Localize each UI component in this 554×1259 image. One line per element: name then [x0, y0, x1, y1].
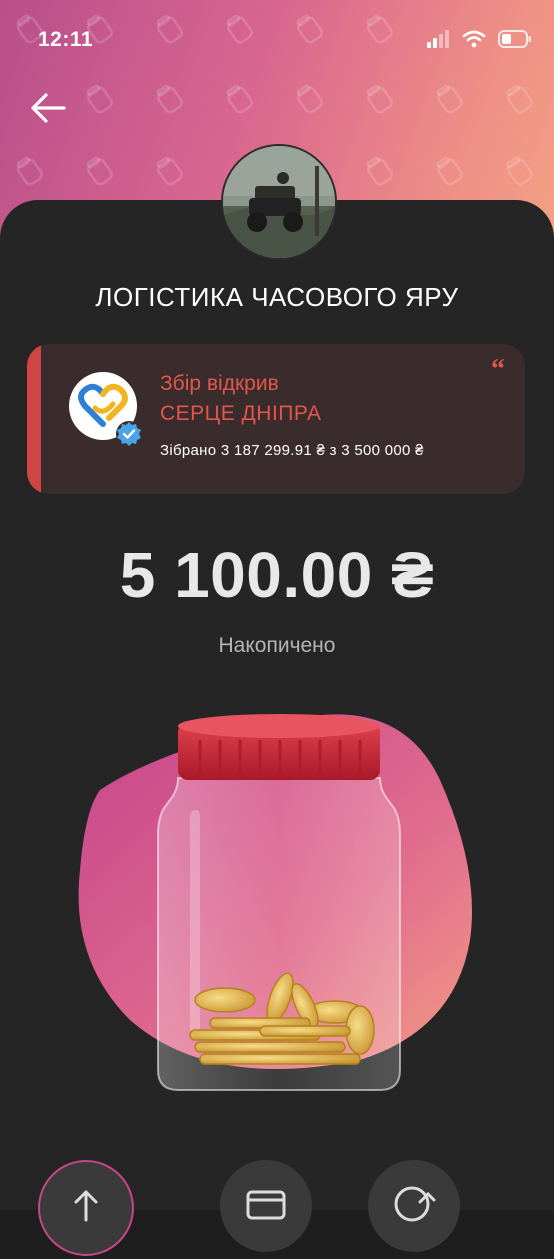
bottom-actions [0, 1150, 554, 1256]
organizer-name: СЕРЦЕ ДНІПРА [160, 402, 322, 425]
jar-amount: 5 100.00 ₴ [119, 539, 435, 611]
card-button[interactable] [220, 1160, 312, 1252]
top-up-button[interactable] [38, 1160, 134, 1256]
card-accent-stripe [27, 344, 41, 494]
wifi-icon [462, 30, 486, 48]
signal-icon [427, 30, 449, 48]
verified-icon [116, 421, 142, 447]
status-time: 12:11 [38, 28, 94, 51]
opened-by-label: Збір відкрив [160, 372, 279, 395]
jar-graphic [78, 714, 473, 1091]
avatar-photo [223, 146, 335, 258]
organizer-collected: Зібрано 3 187 299.91 ₴ з 3 500 000 ₴ [160, 442, 424, 459]
limit-icon [394, 1186, 436, 1222]
upload-icon [74, 1190, 98, 1222]
back-arrow-icon [31, 93, 66, 123]
jar-amount-label: Накопичено [218, 634, 336, 657]
limit-button[interactable] [368, 1160, 460, 1252]
verified-badge [115, 420, 143, 448]
battery-icon [498, 30, 531, 48]
jar-avatar [221, 144, 337, 260]
jar-title: ЛОГІСТИКА ЧАСОВОГО ЯРУ [95, 282, 459, 312]
jar-illustration [60, 700, 500, 1110]
status-bar: 12:11 [0, 0, 554, 84]
card-icon [246, 1190, 286, 1220]
quote-icon: “ [491, 354, 505, 385]
back-button[interactable] [26, 88, 70, 128]
organizer-card[interactable]: Збір відкрив СЕРЦЕ ДНІПРА Зібрано 3 187 … [27, 344, 525, 494]
